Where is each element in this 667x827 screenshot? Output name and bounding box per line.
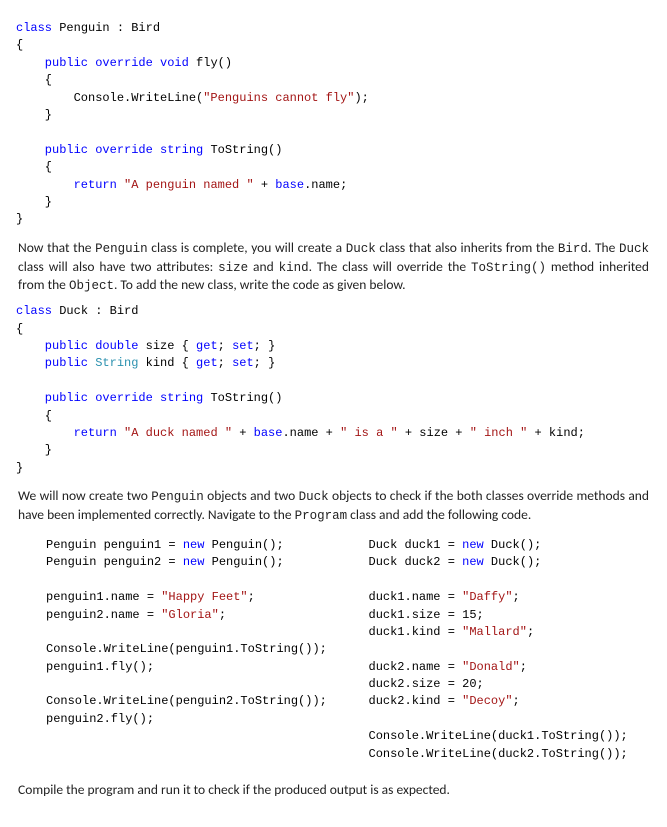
para-3: Compile the program and run it to check … bbox=[18, 781, 649, 799]
code-duck-class: class Duck : Bird { public double size {… bbox=[16, 303, 651, 477]
code-columns: Penguin penguin1 = new Penguin(); Pengui… bbox=[46, 533, 651, 771]
para-2: We will now create two Penguin objects a… bbox=[18, 487, 649, 525]
code-penguin-class: class Penguin : Bird { public override v… bbox=[16, 20, 651, 229]
code-penguin-usage: Penguin penguin1 = new Penguin(); Pengui… bbox=[46, 537, 329, 728]
code-duck-usage: Duck duck1 = new Duck(); Duck duck2 = ne… bbox=[369, 537, 652, 763]
para-1: Now that the Penguin class is complete, … bbox=[18, 239, 649, 296]
